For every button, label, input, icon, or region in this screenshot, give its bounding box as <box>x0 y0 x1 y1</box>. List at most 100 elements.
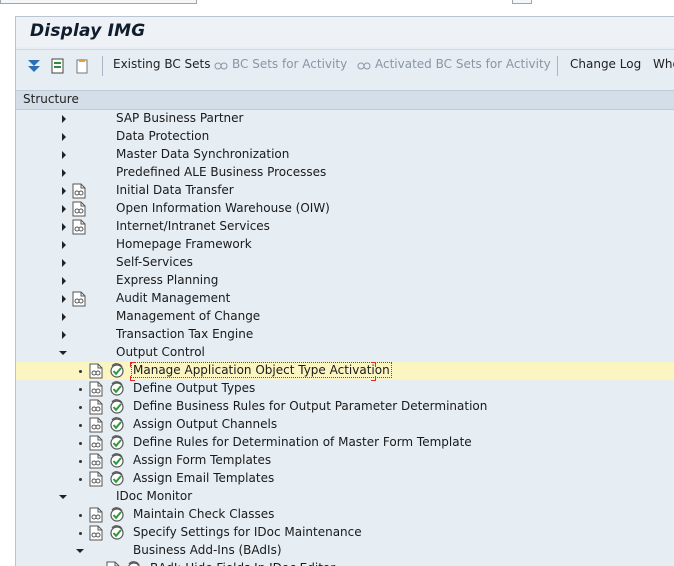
execute-activity-icon[interactable] <box>109 363 125 379</box>
tree-node-label: Management of Change <box>116 309 261 323</box>
tree-node[interactable]: Transaction Tax Engine <box>16 326 674 344</box>
tree-node-label: Transaction Tax Engine <box>116 327 254 341</box>
expand-node-icon[interactable] <box>62 241 66 249</box>
tree-node[interactable]: Data Protection <box>16 128 674 146</box>
tree-node-label: Express Planning <box>116 273 219 287</box>
bc-set-icon <box>214 62 228 70</box>
tree-node[interactable]: IDoc Monitor <box>16 488 674 506</box>
title-bar: Display IMG <box>16 17 674 47</box>
expand-node-icon[interactable] <box>62 223 66 231</box>
documentation-icon[interactable] <box>89 363 103 379</box>
expand-node-icon[interactable] <box>62 115 66 123</box>
tree-node-label: Assign Form Templates <box>133 453 272 467</box>
documentation-icon[interactable] <box>89 507 103 523</box>
tree-node[interactable]: Self-Services <box>16 254 674 272</box>
documentation-icon[interactable] <box>72 291 86 307</box>
tree-node-label: Assign Email Templates <box>133 471 275 485</box>
execute-activity-icon[interactable] <box>109 525 125 541</box>
expand-node-icon[interactable] <box>62 205 66 213</box>
expand-node-icon[interactable] <box>62 277 66 285</box>
leaf-bullet <box>79 388 82 391</box>
leaf-bullet <box>79 532 82 535</box>
structure-header-label: Structure <box>23 92 79 106</box>
documentation-icon[interactable] <box>89 453 103 469</box>
tree-node[interactable]: Predefined ALE Business Processes <box>16 164 674 182</box>
expand-node-icon[interactable] <box>62 295 66 303</box>
expand-node-icon[interactable] <box>62 151 66 159</box>
expand-node-icon[interactable] <box>62 259 66 267</box>
collapse-node-icon[interactable] <box>59 351 67 355</box>
documentation-icon[interactable] <box>72 201 86 217</box>
tree-node[interactable]: Assign Output Channels <box>16 416 674 434</box>
expand-node-icon[interactable] <box>62 313 66 321</box>
activated-bc-sets-button[interactable]: Activated BC Sets for Activity <box>375 57 551 71</box>
img-tree: SAP Business Partner Data Protection Maste… <box>16 110 674 566</box>
clipboard-icon[interactable] <box>74 58 90 74</box>
tree-node[interactable]: BAdI: Hide Fields In IDoc Editor <box>16 560 674 566</box>
tree-node[interactable]: Master Data Synchronization <box>16 146 674 164</box>
execute-activity-icon[interactable] <box>126 561 142 566</box>
tree-node-label: Homepage Framework <box>116 237 252 251</box>
tree-node-label: Assign Output Channels <box>133 417 278 431</box>
documentation-icon[interactable] <box>72 183 86 199</box>
tree-node[interactable]: Audit Management <box>16 290 674 308</box>
expand-node-icon[interactable] <box>62 169 66 177</box>
where-used-button[interactable]: Whe <box>653 57 674 71</box>
expand-node-icon[interactable] <box>62 331 66 339</box>
tree-node[interactable]: Output Control <box>16 344 674 362</box>
tree-node[interactable]: Assign Email Templates <box>16 470 674 488</box>
tree-node-label: Output Control <box>116 345 205 359</box>
toolbar-separator <box>102 56 103 76</box>
collapse-node-icon[interactable] <box>76 549 84 553</box>
leaf-bullet <box>79 424 82 427</box>
documentation-icon[interactable] <box>89 525 103 541</box>
find-icon[interactable] <box>50 58 66 74</box>
documentation-icon[interactable] <box>72 219 86 235</box>
top-tab-left <box>0 0 197 4</box>
tree-node[interactable]: Management of Change <box>16 308 674 326</box>
tree-node[interactable]: Initial Data Transfer <box>16 182 674 200</box>
execute-activity-icon[interactable] <box>109 435 125 451</box>
tree-node[interactable]: Express Planning <box>16 272 674 290</box>
expand-all-icon[interactable] <box>26 58 42 74</box>
documentation-icon[interactable] <box>106 561 120 566</box>
tree-node-label: Predefined ALE Business Processes <box>116 165 327 179</box>
expand-node-icon[interactable] <box>62 133 66 141</box>
execute-activity-icon[interactable] <box>109 507 125 523</box>
tree-node-label: BAdI: Hide Fields In IDoc Editor <box>150 561 335 566</box>
tree-node[interactable]: Maintain Check Classes <box>16 506 674 524</box>
documentation-icon[interactable] <box>89 399 103 415</box>
tree-node-label: Business Add-Ins (BAdIs) <box>133 543 282 557</box>
execute-activity-icon[interactable] <box>109 399 125 415</box>
tree-node[interactable]: Manage Application Object Type Activatio… <box>16 362 674 381</box>
documentation-icon[interactable] <box>89 471 103 487</box>
change-log-button[interactable]: Change Log <box>570 57 641 71</box>
toolbar-separator <box>557 56 558 76</box>
documentation-icon[interactable] <box>89 381 103 397</box>
tree-node[interactable]: Assign Form Templates <box>16 452 674 470</box>
expand-node-icon[interactable] <box>62 187 66 195</box>
tree-node[interactable]: Define Output Types <box>16 380 674 398</box>
tree-node[interactable]: Internet/Intranet Services <box>16 218 674 236</box>
tree-node[interactable]: SAP Business Partner <box>16 110 674 128</box>
structure-column-header: Structure <box>16 90 674 110</box>
tree-node[interactable]: Define Rules for Determination of Master… <box>16 434 674 452</box>
collapse-node-icon[interactable] <box>59 495 67 499</box>
tree-node-label: Define Business Rules for Output Paramet… <box>133 399 488 413</box>
existing-bc-sets-button[interactable]: Existing BC Sets <box>113 57 211 71</box>
tree-node-label: Master Data Synchronization <box>116 147 290 161</box>
execute-activity-icon[interactable] <box>109 471 125 487</box>
tree-node-label: SAP Business Partner <box>116 111 244 125</box>
execute-activity-icon[interactable] <box>109 417 125 433</box>
tree-node[interactable]: Open Information Warehouse (OIW) <box>16 200 674 218</box>
documentation-icon[interactable] <box>89 435 103 451</box>
tree-node[interactable]: Define Business Rules for Output Paramet… <box>16 398 674 416</box>
tree-node[interactable]: Business Add-Ins (BAdIs) <box>16 542 674 560</box>
tree-node[interactable]: Specify Settings for IDoc Maintenance <box>16 524 674 542</box>
tree-node-label: IDoc Monitor <box>116 489 193 503</box>
bc-sets-for-activity-button[interactable]: BC Sets for Activity <box>232 57 347 71</box>
execute-activity-icon[interactable] <box>109 381 125 397</box>
execute-activity-icon[interactable] <box>109 453 125 469</box>
tree-node[interactable]: Homepage Framework <box>16 236 674 254</box>
documentation-icon[interactable] <box>89 417 103 433</box>
